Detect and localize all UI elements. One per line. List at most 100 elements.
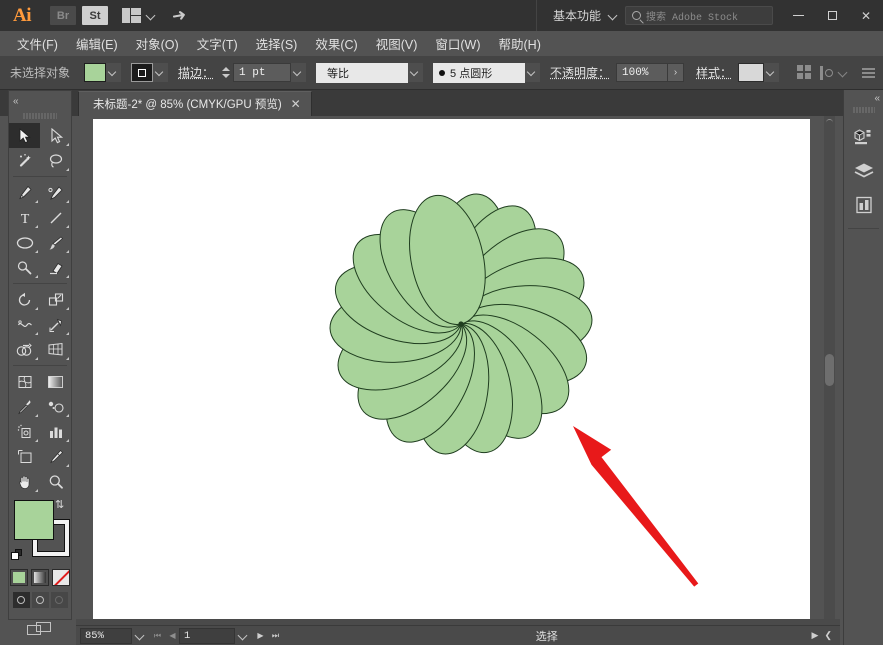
page-number-dropdown[interactable] — [235, 631, 252, 640]
scrollbar-thumb[interactable] — [825, 354, 834, 386]
page-number-input[interactable]: 1 — [179, 628, 235, 644]
none-mode-button[interactable] — [52, 569, 70, 586]
stroke-color-swatch[interactable] — [131, 63, 153, 82]
scale-tool[interactable] — [40, 287, 71, 312]
menu-window[interactable]: 窗口(W) — [426, 31, 489, 56]
fill-swatch-dropdown[interactable] — [106, 63, 121, 82]
zoom-tool[interactable] — [40, 469, 71, 494]
prev-page-icon[interactable]: ◀ — [166, 628, 179, 644]
blend-tool[interactable] — [40, 394, 71, 419]
fill-color-box[interactable] — [14, 500, 54, 540]
menu-select[interactable]: 选择(S) — [247, 31, 307, 56]
transform-panel-icon[interactable] — [820, 65, 835, 80]
properties-panel-icon[interactable] — [844, 120, 883, 154]
type-tool[interactable]: T — [9, 205, 40, 230]
column-graph-tool[interactable] — [40, 419, 71, 444]
menu-type[interactable]: 文字(T) — [188, 31, 247, 56]
draw-normal-button[interactable] — [13, 592, 30, 608]
artboard[interactable] — [93, 119, 810, 623]
arrange-chevron-down-icon[interactable] — [147, 11, 156, 20]
color-mode-button[interactable] — [10, 569, 28, 586]
line-segment-tool[interactable] — [40, 205, 71, 230]
zoom-level-input[interactable]: 85% — [80, 628, 132, 644]
transform-chevron-down-icon[interactable] — [839, 68, 848, 77]
brush-definition-dropdown[interactable] — [525, 63, 540, 82]
eyedropper-tool[interactable] — [9, 394, 40, 419]
swap-fill-stroke-icon[interactable]: ⇅ — [55, 498, 68, 511]
brush-definition-preview[interactable]: 5 点圆形 — [433, 63, 525, 83]
rotate-tool[interactable] — [9, 287, 40, 312]
stroke-weight-dropdown[interactable] — [291, 63, 306, 82]
eraser-tool[interactable] — [40, 255, 71, 280]
artwork-flower[interactable] — [93, 119, 810, 623]
slice-tool[interactable] — [40, 444, 71, 469]
tools-panel-header[interactable]: « — [9, 91, 71, 111]
document-tab[interactable]: 未标题-2* @ 85% (CMYK/GPU 预览) ✕ — [78, 91, 312, 116]
default-fill-stroke-icon[interactable] — [11, 549, 24, 562]
magic-wand-tool[interactable] — [9, 148, 40, 173]
stroke-weight-input[interactable]: 1 pt — [233, 63, 291, 82]
menu-object[interactable]: 对象(O) — [127, 31, 188, 56]
close-button[interactable]: ✕ — [849, 0, 883, 31]
opacity-input[interactable]: 100% — [616, 63, 668, 82]
direct-selection-tool[interactable] — [40, 123, 71, 148]
gradient-mode-button[interactable] — [31, 569, 49, 586]
double-chevron-left-icon[interactable]: « — [13, 96, 17, 107]
symbol-sprayer-tool[interactable] — [9, 419, 40, 444]
right-panel-grip[interactable] — [853, 106, 875, 114]
arrange-documents-icon[interactable] — [122, 8, 142, 23]
minimize-button[interactable] — [781, 0, 815, 31]
menu-help[interactable]: 帮助(H) — [490, 31, 550, 56]
layers-panel-icon[interactable] — [844, 154, 883, 188]
free-transform-tool[interactable] — [40, 312, 71, 337]
document-setup-icon[interactable] — [862, 65, 877, 80]
fill-color-swatch[interactable] — [84, 63, 106, 82]
right-panel-header[interactable]: « — [844, 90, 883, 106]
width-tool[interactable] — [9, 312, 40, 337]
curvature-tool[interactable] — [40, 180, 71, 205]
play-icon[interactable]: ▶ — [812, 630, 819, 641]
gradient-tool[interactable] — [40, 369, 71, 394]
stroke-swatch-dropdown[interactable] — [153, 63, 168, 82]
close-icon[interactable]: ✕ — [291, 98, 301, 110]
shaper-tool[interactable] — [9, 255, 40, 280]
bridge-app-icon[interactable]: Br — [50, 6, 76, 25]
hand-tool[interactable] — [9, 469, 40, 494]
selection-tool[interactable] — [9, 123, 40, 148]
ellipse-tool[interactable] — [9, 230, 40, 255]
rocket-icon[interactable]: ➜ — [170, 4, 188, 26]
lasso-tool[interactable] — [40, 148, 71, 173]
stroke-profile-preview[interactable]: 等比 — [316, 63, 408, 83]
double-chevron-right-icon[interactable]: « — [874, 93, 878, 104]
next-page-icon[interactable]: ▶ — [254, 628, 267, 644]
align-panel-icon[interactable] — [797, 65, 812, 80]
mesh-tool[interactable] — [9, 369, 40, 394]
opacity-flyout-button[interactable]: › — [668, 63, 684, 82]
menu-view[interactable]: 视图(V) — [367, 31, 427, 56]
shape-builder-tool[interactable] — [9, 337, 40, 362]
zoom-level-dropdown[interactable] — [132, 631, 149, 640]
last-page-icon[interactable]: ⏭ — [269, 628, 282, 644]
first-page-icon[interactable]: ⏮ — [151, 628, 164, 644]
stock-search-input[interactable]: 搜索 Adobe Stock — [625, 6, 773, 25]
pen-tool[interactable] — [9, 180, 40, 205]
artboards-panel-icon[interactable] — [844, 188, 883, 222]
menu-effect[interactable]: 效果(C) — [306, 31, 366, 56]
draw-inside-button[interactable] — [51, 592, 68, 608]
graphic-style-dropdown[interactable] — [764, 63, 779, 82]
maximize-button[interactable] — [815, 0, 849, 31]
workspace-switcher[interactable]: 基本功能 — [536, 0, 618, 31]
draw-behind-button[interactable] — [32, 592, 49, 608]
artboard-tool[interactable] — [9, 444, 40, 469]
menu-file[interactable]: 文件(F) — [8, 31, 67, 56]
back-icon[interactable]: ❮ — [824, 630, 832, 641]
graphic-style-swatch[interactable] — [738, 63, 764, 82]
stock-app-icon[interactable]: St — [82, 6, 108, 25]
change-screen-mode-button[interactable] — [27, 622, 53, 637]
perspective-grid-tool[interactable] — [40, 337, 71, 362]
menu-edit[interactable]: 编辑(E) — [67, 31, 127, 56]
paintbrush-tool[interactable] — [40, 230, 71, 255]
stroke-weight-stepper[interactable] — [220, 63, 231, 82]
stroke-profile-dropdown[interactable] — [408, 63, 423, 82]
vertical-scrollbar[interactable] — [824, 116, 835, 621]
